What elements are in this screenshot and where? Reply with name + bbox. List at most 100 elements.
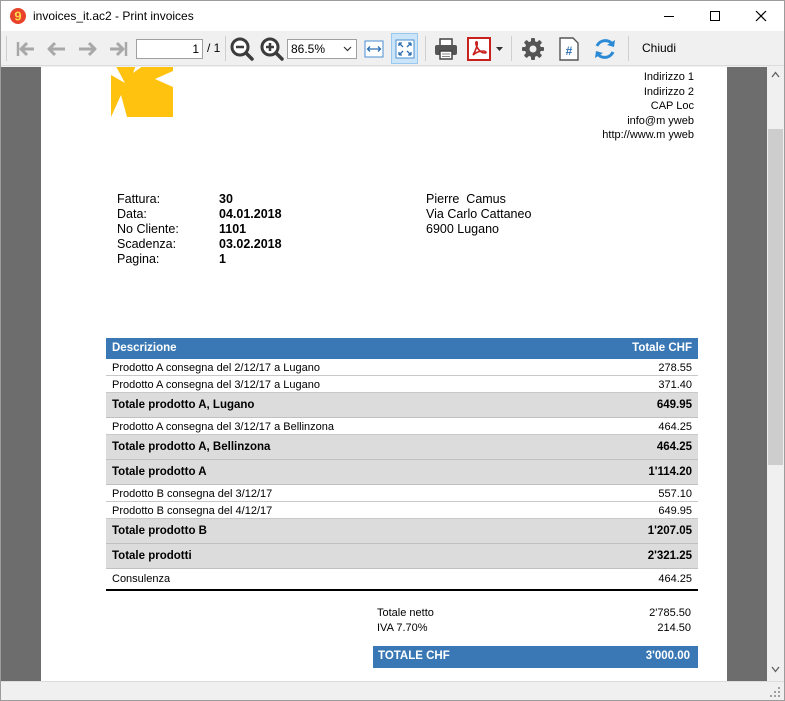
next-page-icon bbox=[79, 41, 97, 56]
fit-page-button[interactable] bbox=[391, 33, 418, 64]
invoice-date-label: Data: bbox=[117, 207, 147, 221]
previous-page-button[interactable] bbox=[43, 31, 69, 66]
sender-line: CAP Loc bbox=[650, 100, 694, 112]
toolbar-separator bbox=[425, 36, 426, 61]
zoom-in-button[interactable] bbox=[259, 31, 285, 66]
customer-number-label: No Cliente: bbox=[117, 222, 179, 236]
due-date: 03.02.2018 bbox=[219, 237, 282, 251]
title-bar: 9 invoices_it.ac2 - Print invoices bbox=[1, 1, 784, 31]
row-description: Totale prodotto A bbox=[112, 466, 207, 478]
page-number-button[interactable]: # bbox=[554, 31, 584, 66]
subtotal-row: Totale prodotto B 1'207.05 bbox=[106, 519, 698, 544]
settings-icon bbox=[522, 37, 544, 60]
grand-total-label: TOTALE CHF bbox=[378, 650, 450, 662]
company-logo bbox=[111, 67, 173, 117]
last-page-icon bbox=[110, 41, 128, 56]
vat-label: IVA 7.70% bbox=[377, 622, 428, 634]
pdf-icon bbox=[467, 36, 491, 61]
invoice-number: 30 bbox=[219, 192, 233, 206]
invoice-table: Descrizione Totale CHF Prodotto A conseg… bbox=[106, 338, 698, 591]
minimize-icon bbox=[664, 16, 674, 17]
table-row: Prodotto A consegna del 3/12/17 a Bellin… bbox=[106, 418, 698, 435]
svg-text:#: # bbox=[566, 44, 573, 58]
sender-line: Indirizzo 2 bbox=[643, 85, 694, 98]
row-description: Prodotto B consegna del 3/12/17 bbox=[112, 488, 273, 500]
scroll-down-arrow-icon[interactable] bbox=[771, 666, 780, 673]
vertical-scrollbar[interactable] bbox=[767, 67, 784, 681]
toolbar: 1 / 1 86.5% # Chiudi bbox=[1, 31, 784, 66]
subtotal-row: Totale prodotto A, Lugano 649.95 bbox=[106, 393, 698, 418]
banana-app-icon: 9 bbox=[10, 8, 26, 24]
sender-website: http://www.m yweb bbox=[602, 129, 694, 141]
row-amount: 557.10 bbox=[658, 488, 692, 500]
print-button[interactable] bbox=[431, 31, 461, 66]
invoice-page: Indirizzo 1 Indirizzo 2 CAP Loc info@m y… bbox=[41, 67, 727, 681]
first-page-button[interactable] bbox=[13, 31, 39, 66]
zoom-out-button[interactable] bbox=[229, 31, 255, 66]
toolbar-separator bbox=[511, 36, 512, 61]
fit-page-icon bbox=[395, 39, 414, 58]
refresh-icon bbox=[595, 38, 615, 59]
print-icon bbox=[435, 37, 457, 60]
recipient-city: 6900 Lugano bbox=[426, 222, 499, 236]
maximize-button[interactable] bbox=[692, 1, 738, 31]
row-description: Prodotto A consegna del 2/12/17 a Lugano bbox=[112, 362, 320, 374]
row-description: Prodotto B consegna del 4/12/17 bbox=[112, 505, 273, 517]
zoom-select[interactable]: 86.5% bbox=[287, 39, 357, 59]
row-amount: 649.95 bbox=[658, 505, 692, 517]
row-description: Prodotto A consegna del 3/12/17 a Lugano bbox=[112, 379, 320, 391]
settings-button[interactable] bbox=[518, 31, 548, 66]
page-number-input[interactable]: 1 bbox=[136, 39, 203, 59]
table-row: Prodotto B consegna del 4/12/17 649.95 bbox=[106, 502, 698, 519]
recipient-street: Via Carlo Cattaneo bbox=[426, 207, 532, 221]
summary-values: 2'785.50 214.50 bbox=[649, 606, 691, 636]
page-number-icon: # bbox=[559, 36, 579, 61]
print-preview-window: 9 invoices_it.ac2 - Print invoices 1 / 1 bbox=[0, 0, 785, 701]
close-window-button[interactable] bbox=[738, 1, 784, 31]
refresh-button[interactable] bbox=[590, 31, 620, 66]
toolbar-separator bbox=[628, 36, 629, 61]
page-total-label: / 1 bbox=[207, 41, 221, 55]
row-amount: 1'114.20 bbox=[648, 466, 692, 478]
next-page-button[interactable] bbox=[75, 31, 101, 66]
grand-total-value: 3'000.00 bbox=[645, 650, 690, 662]
page-number: 1 bbox=[219, 252, 226, 266]
zoom-value: 86.5% bbox=[291, 42, 326, 56]
row-amount: 1'207.05 bbox=[647, 525, 692, 537]
toolbar-separator bbox=[225, 36, 226, 61]
sender-line: Indirizzo 1 bbox=[643, 71, 694, 83]
net-total-label: Totale netto bbox=[377, 607, 434, 619]
due-date-label: Scadenza: bbox=[117, 237, 177, 251]
last-page-button[interactable] bbox=[105, 31, 131, 66]
pdf-options-dropdown[interactable] bbox=[493, 31, 505, 66]
fit-width-icon bbox=[364, 40, 384, 57]
scroll-up-arrow-icon[interactable] bbox=[771, 71, 780, 78]
row-amount: 2'321.25 bbox=[647, 550, 692, 562]
table-row: Prodotto A consegna del 2/12/17 a Lugano… bbox=[106, 359, 698, 376]
invoice-info-labels: Fattura: Data: No Cliente: Scadenza: Pag… bbox=[117, 192, 179, 267]
row-amount: 464.25 bbox=[656, 441, 692, 453]
row-amount: 649.95 bbox=[656, 399, 692, 411]
minimize-button[interactable] bbox=[646, 1, 692, 31]
row-amount: 464.25 bbox=[658, 573, 692, 585]
fit-width-button[interactable] bbox=[361, 31, 387, 66]
recipient-address: Pierre Camus Via Carlo Cattaneo 6900 Lug… bbox=[426, 192, 531, 237]
table-row: Consulenza 464.25 bbox=[106, 569, 698, 591]
close-preview-button[interactable]: Chiudi bbox=[642, 41, 676, 55]
table-row: Prodotto A consegna del 3/12/17 a Lugano… bbox=[106, 376, 698, 393]
status-bar bbox=[1, 681, 784, 700]
invoice-date: 04.01.2018 bbox=[219, 207, 282, 221]
grand-total-bar: TOTALE CHF 3'000.00 bbox=[373, 646, 698, 668]
first-page-icon bbox=[16, 41, 34, 56]
scrollbar-thumb[interactable] bbox=[768, 129, 783, 465]
resize-grip-icon[interactable] bbox=[770, 687, 781, 698]
row-description: Totale prodotto A, Lugano bbox=[112, 399, 255, 411]
close-icon bbox=[755, 10, 767, 22]
row-amount: 278.55 bbox=[658, 362, 692, 374]
chevron-down-icon bbox=[343, 46, 352, 52]
vat-value: 214.50 bbox=[657, 622, 691, 634]
pdf-button[interactable] bbox=[464, 31, 494, 66]
maximize-icon bbox=[710, 11, 720, 21]
document-viewer[interactable]: Indirizzo 1 Indirizzo 2 CAP Loc info@m y… bbox=[1, 67, 767, 681]
page-label: Pagina: bbox=[117, 252, 160, 266]
